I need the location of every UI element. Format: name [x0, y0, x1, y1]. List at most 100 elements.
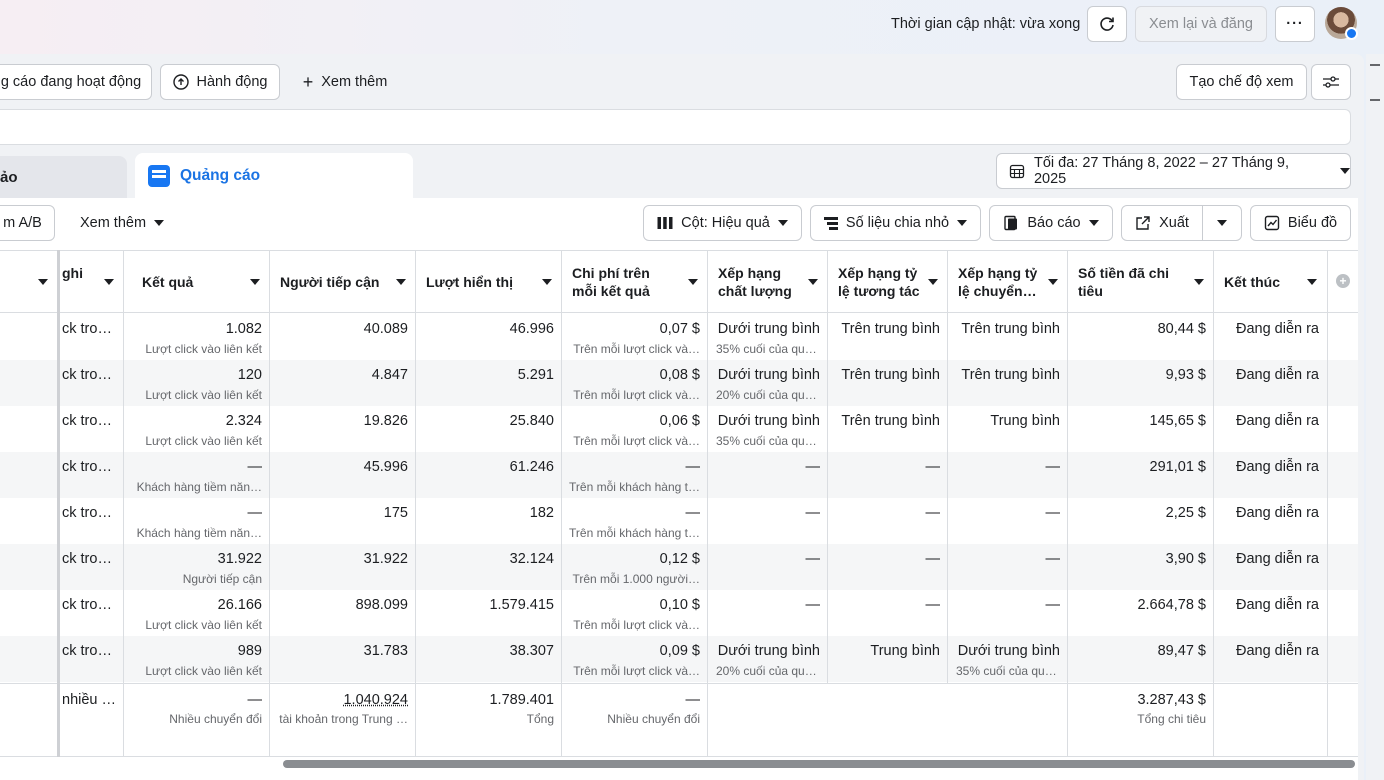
- table-row[interactable]: ck tro… 989 Lượt click vào liên kết 31.783 3…: [0, 636, 1358, 682]
- cell-subtext: Lượt click vào liên kết: [145, 618, 262, 632]
- column-header-reach[interactable]: Người tiếp cận: [270, 251, 416, 313]
- cell-impr: 1.579.415: [416, 590, 562, 636]
- cell-end: Đang diễn ra: [1214, 406, 1327, 452]
- table-row[interactable]: ck tro… 1.082 Lượt click vào liên kết 40.08…: [0, 314, 1358, 360]
- cell-reach: 19.826: [270, 406, 416, 452]
- column-header-cost-per-result[interactable]: Chi phí trên mỗi kết quả: [562, 251, 708, 313]
- review-publish-button[interactable]: Xem lại và đăng: [1135, 6, 1267, 42]
- actions-button[interactable]: Hành động: [160, 64, 280, 100]
- cell-value: —: [925, 459, 941, 475]
- cell-engage: Trung bình: [828, 636, 948, 682]
- date-range-picker[interactable]: Tối đa: 27 Tháng 8, 2022 – 27 Tháng 9, 2…: [996, 153, 1351, 189]
- cell-value: 31.922: [217, 551, 262, 567]
- upload-circle-icon: [172, 74, 189, 90]
- chart-button[interactable]: Biểu đồ: [1250, 205, 1351, 241]
- cell-value: —: [925, 597, 941, 613]
- cell-spent: 145,65 $: [1068, 406, 1214, 452]
- column-header-impressions[interactable]: Lượt hiển thị: [416, 251, 562, 313]
- cell-value: —: [805, 459, 821, 475]
- column-divider: [827, 250, 828, 683]
- more-options-button[interactable]: ···: [1275, 6, 1315, 42]
- cell-value: Dưới trung bình: [717, 321, 820, 337]
- horizontal-scrollbar[interactable]: [283, 760, 1355, 768]
- export-dropdown-button[interactable]: [1202, 205, 1242, 241]
- column-divider: [947, 250, 948, 683]
- cell-subtext: Lượt click vào liên kết: [145, 434, 262, 448]
- cell-value: 4.847: [371, 367, 408, 383]
- cell-value: —: [805, 551, 821, 567]
- table-row[interactable]: ck tro… — Khách hàng tiềm năn… 175 182 — Trên …: [0, 498, 1358, 544]
- chevron-down-icon: [38, 279, 48, 285]
- breakdown-dropdown[interactable]: Số liệu chia nhỏ: [810, 205, 981, 241]
- cell-quality: Dưới trung bình 20% cuối của qu…: [708, 360, 828, 406]
- column-header-engagement-ranking[interactable]: Xếp hạng tỷ lệ tương tác: [828, 251, 948, 313]
- cell-result: 26.166 Lượt click vào liên kết: [124, 590, 270, 636]
- cell-value: Trung bình: [990, 413, 1060, 429]
- cell-end: Đang diễn ra: [1214, 498, 1327, 544]
- active-ads-filter-button[interactable]: g cáo đang hoạt động: [0, 64, 152, 100]
- column-header-name[interactable]: [0, 251, 58, 313]
- cell-value: Đang diễn ra: [1235, 367, 1319, 383]
- cell-cpr: 0,08 $ Trên mỗi lượt click và…: [562, 360, 708, 406]
- cell-value: 0,10 $: [659, 597, 700, 613]
- table-row[interactable]: ck tro… 31.922 Người tiếp cận 31.922 32.124 0…: [0, 544, 1358, 590]
- cell-conv: —: [948, 452, 1068, 498]
- cell-value: 61.246: [509, 459, 554, 475]
- cell-reach: 175: [270, 498, 416, 544]
- search-filter-bar[interactable]: [0, 109, 1351, 145]
- export-button[interactable]: Xuất: [1121, 205, 1203, 241]
- tab-ads[interactable]: Quảng cáo: [135, 153, 413, 199]
- ab-test-button[interactable]: m A/B: [0, 205, 55, 241]
- tab-ad-sets[interactable]: ảo: [0, 156, 127, 198]
- refresh-button[interactable]: [1087, 6, 1127, 42]
- table-see-more-button[interactable]: Xem thêm: [66, 205, 178, 241]
- cell-quality: Dưới trung bình 35% cuối của qu…: [708, 314, 828, 360]
- chevron-down-icon: [542, 279, 552, 285]
- cell-subtext: Trên mỗi 1.000 người…: [572, 572, 700, 586]
- table-row[interactable]: ck tro… 26.166 Lượt click vào liên kết 898.…: [0, 590, 1358, 636]
- total-reach[interactable]: 1.040.924: [343, 692, 408, 708]
- columns-dropdown[interactable]: Cột: Hiệu quả: [643, 205, 802, 241]
- cell-value: 38.307: [509, 643, 554, 659]
- cell-value: 989: [237, 643, 262, 659]
- cell-subtext: Trên mỗi lượt click và…: [573, 618, 700, 632]
- column-header-amount-spent[interactable]: Số tiền đã chi tiêu: [1068, 251, 1214, 313]
- cell-subtext: 20% cuối của qu…: [716, 664, 817, 678]
- cell-conv: Dưới trung bình 35% cuối của qu…: [948, 636, 1068, 682]
- cell-value: 1.082: [225, 321, 262, 337]
- cell-value: 25.840: [509, 413, 554, 429]
- update-status: Thời gian cập nhật: vừa xong: [891, 16, 1081, 32]
- table-row[interactable]: ck tro… — Khách hàng tiềm năn… 45.996 61.246…: [0, 452, 1358, 498]
- cell-value: ck tro…: [62, 597, 112, 613]
- column-header-quality-ranking[interactable]: Xếp hạng chất lượng: [708, 251, 828, 313]
- cell-value: ck tro…: [62, 367, 112, 383]
- column-header-type[interactable]: ghi: [58, 251, 124, 313]
- cell-end: Đang diễn ra: [1214, 544, 1327, 590]
- cell-result: — Khách hàng tiềm năn…: [124, 452, 270, 498]
- view-settings-button[interactable]: [1311, 64, 1351, 100]
- column-header-ends[interactable]: Kết thúc: [1214, 251, 1327, 313]
- column-header-conversion-ranking[interactable]: Xếp hạng tỷ lệ chuyển…: [948, 251, 1068, 313]
- cell-value: ck tro…: [62, 321, 112, 337]
- cell-value: 291,01 $: [1149, 459, 1206, 475]
- create-view-button[interactable]: Tạo chế độ xem: [1176, 64, 1307, 100]
- scroll-arrow-icon: [1370, 99, 1380, 101]
- cell-impr: 32.124: [416, 544, 562, 590]
- see-more-button[interactable]: + Xem thêm: [290, 64, 400, 100]
- table-row[interactable]: ck tro… 120 Lượt click vào liên kết 4.847 5.…: [0, 360, 1358, 406]
- cell-value: Đang diễn ra: [1235, 597, 1319, 613]
- columns-icon: [657, 217, 673, 229]
- reports-dropdown[interactable]: Báo cáo: [989, 205, 1113, 241]
- column-divider[interactable]: [57, 250, 60, 757]
- cell-subtext: 35% cuối của qu…: [716, 342, 817, 356]
- column-header-result[interactable]: Kết quả: [124, 251, 270, 313]
- totals-row: nhiều … — Nhiều chuyển đổi 1.040.924 tài…: [0, 683, 1358, 757]
- vertical-scrollbar[interactable]: [1366, 54, 1384, 780]
- table-row[interactable]: ck tro… 2.324 Lượt click vào liên kết 19.82…: [0, 406, 1358, 452]
- cell-reach: 898.099: [270, 590, 416, 636]
- cell-value: ck tro…: [62, 505, 112, 521]
- cell-result: 2.324 Lượt click vào liên kết: [124, 406, 270, 452]
- refresh-icon: [1100, 17, 1114, 31]
- cell-engage: —: [828, 590, 948, 636]
- add-column-icon[interactable]: +: [1336, 274, 1350, 288]
